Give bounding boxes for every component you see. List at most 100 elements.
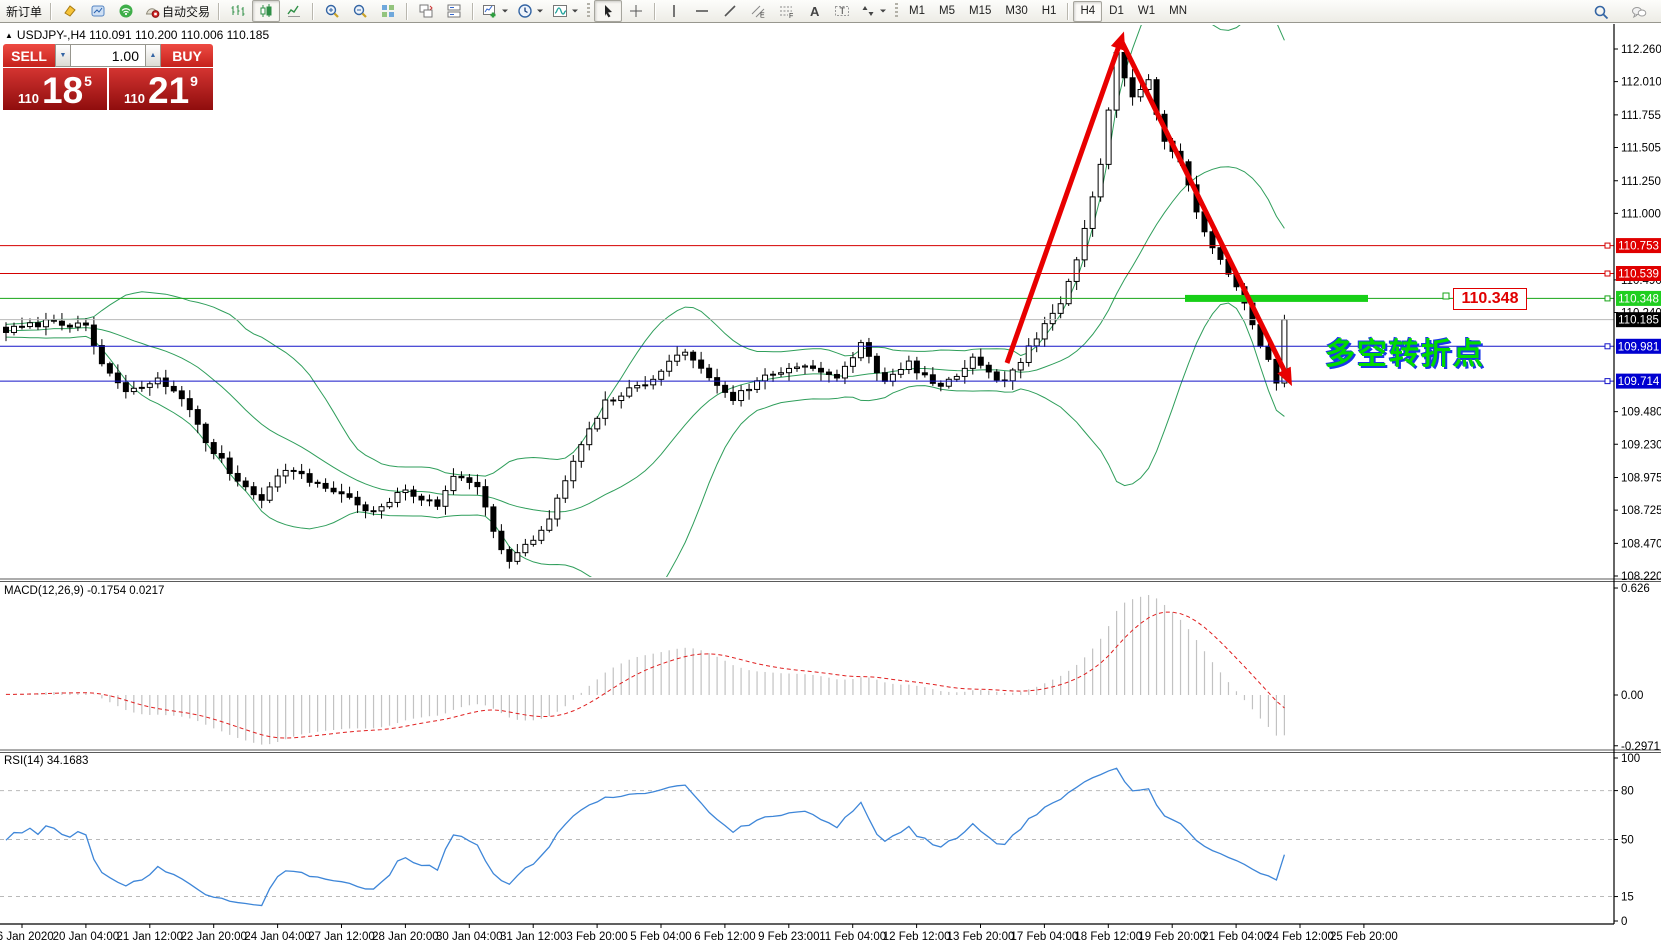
volume-increase-button[interactable]: ▲ — [145, 44, 161, 67]
svg-text:80: 80 — [1621, 786, 1634, 798]
turning-point-annotation[interactable]: 多空转折点 — [1325, 329, 1485, 373]
cursor-icon[interactable] — [594, 0, 622, 22]
timeframe-button-h1[interactable]: H1 — [1035, 1, 1064, 22]
autotrading-icon — [144, 3, 160, 19]
buy-price-big: 21 — [148, 76, 189, 106]
chart-canvas[interactable]: 112.260112.010111.755111.505111.250111.0… — [0, 0, 1661, 946]
svg-text:109.480: 109.480 — [1621, 407, 1661, 419]
trendline-icon[interactable] — [716, 0, 744, 22]
signals-icon[interactable] — [112, 0, 140, 22]
svg-text:17 Feb 04:00: 17 Feb 04:00 — [1011, 931, 1079, 943]
chart-title: ▲USDJPY-,H4 110.091 110.200 110.006 110.… — [5, 28, 269, 42]
timeframe-button-d1[interactable]: D1 — [1102, 1, 1131, 22]
text-icon[interactable]: A — [800, 0, 828, 22]
svg-text:9 Feb 23:00: 9 Feb 23:00 — [758, 931, 819, 943]
metaeditor-icon[interactable] — [56, 0, 84, 22]
arrange-windows-icon[interactable] — [440, 0, 468, 22]
svg-text:27 Jan 12:00: 27 Jan 12:00 — [308, 931, 375, 943]
svg-text:E: E — [760, 13, 765, 20]
timeframe-button-m30[interactable]: M30 — [998, 1, 1034, 22]
volume-input[interactable]: 1.00 — [71, 44, 145, 67]
bar-chart-icon — [230, 3, 246, 19]
price-tag-110348[interactable]: 110.348 — [1453, 288, 1527, 310]
bollinger-lower — [6, 303, 1284, 601]
svg-text:108.975: 108.975 — [1621, 473, 1661, 485]
buy-price-pip: 9 — [190, 73, 198, 89]
crosshair-icon[interactable] — [622, 0, 650, 22]
arrows-icon[interactable] — [856, 0, 891, 22]
svg-text:111.250: 111.250 — [1621, 176, 1661, 188]
zoom-out-icon[interactable] — [346, 0, 374, 22]
line-chart-icon — [286, 3, 302, 19]
toolbar-separator — [1067, 3, 1069, 20]
svg-text:5 Feb 04:00: 5 Feb 04:00 — [630, 931, 691, 943]
tile-windows-icon[interactable] — [374, 0, 402, 22]
bar-chart-icon[interactable] — [224, 0, 252, 22]
toolbar: 新订单 自动交易 E F A T M1M5M15M30H1 H4D1W1MN — [0, 0, 1661, 23]
timeframe-button-w1[interactable]: W1 — [1131, 1, 1162, 22]
search-button[interactable] — [1587, 1, 1615, 23]
svg-text:108.220: 108.220 — [1621, 571, 1661, 583]
line-chart-icon[interactable] — [280, 0, 308, 22]
auto-arrange-icon[interactable] — [412, 0, 440, 22]
toolbar-separator — [218, 3, 220, 20]
sell-price-prefix: 110 — [18, 92, 39, 106]
buy-button[interactable]: BUY — [161, 44, 213, 67]
svg-text:111.505: 111.505 — [1621, 142, 1661, 154]
svg-text:111.000: 111.000 — [1621, 208, 1661, 220]
new-chart-icon[interactable] — [478, 0, 513, 22]
svg-text:108.725: 108.725 — [1621, 505, 1661, 517]
timeframe-button-m15[interactable]: M15 — [962, 1, 998, 22]
sell-button[interactable]: SELL — [3, 44, 55, 67]
svg-text:F: F — [789, 13, 793, 19]
sell-price-display[interactable]: 110 18 5 — [3, 68, 107, 110]
chat-icon — [1631, 4, 1647, 20]
volume-decrease-button[interactable]: ▼ — [55, 44, 71, 67]
chart-period-icon — [517, 3, 533, 19]
macd-label: MACD(12,26,9) -0.1754 0.0217 — [4, 585, 164, 597]
arrange-windows-icon — [446, 3, 462, 19]
chevron-down-icon — [501, 7, 509, 15]
zoom-in-icon[interactable] — [318, 0, 346, 22]
svg-text:16 Jan 2020: 16 Jan 2020 — [0, 931, 54, 943]
equidistant-channel-icon[interactable]: E — [744, 0, 772, 22]
metaeditor-icon — [62, 3, 78, 19]
new-order-button[interactable]: 新订单 — [2, 0, 46, 22]
timeframe-button-mn[interactable]: MN — [1162, 1, 1194, 22]
buy-price-display[interactable]: 110 21 9 — [109, 68, 213, 110]
svg-text:109.981: 109.981 — [1618, 341, 1660, 353]
timeframe-button-m1[interactable]: M1 — [902, 1, 932, 22]
fibonacci-icon[interactable]: F — [772, 0, 800, 22]
svg-text:-0.2971: -0.2971 — [1621, 741, 1660, 753]
indicators-icon[interactable] — [548, 0, 583, 22]
text-label-icon[interactable]: T — [828, 0, 856, 22]
chat-button[interactable] — [1625, 1, 1653, 23]
svg-text:0.00: 0.00 — [1621, 690, 1643, 702]
new-chart-icon — [482, 3, 498, 19]
chart-period-icon[interactable] — [513, 0, 548, 22]
svg-text:18 Feb 12:00: 18 Feb 12:00 — [1074, 931, 1142, 943]
candlestick-chart-icon[interactable] — [252, 0, 280, 22]
svg-text:3 Feb 20:00: 3 Feb 20:00 — [566, 931, 627, 943]
svg-text:15: 15 — [1621, 892, 1634, 904]
market-watch-icon — [90, 3, 106, 19]
text-icon: A — [806, 3, 822, 19]
svg-text:20 Jan 04:00: 20 Jan 04:00 — [53, 931, 120, 943]
candles — [4, 45, 1287, 569]
market-watch-icon[interactable] — [84, 0, 112, 22]
timeframe-button-m5[interactable]: M5 — [932, 1, 962, 22]
svg-text:110.539: 110.539 — [1618, 268, 1659, 280]
svg-text:T: T — [840, 6, 846, 16]
trend-arrows — [1007, 40, 1288, 378]
chevron-down-icon — [879, 7, 887, 15]
main-chart-panel — [0, 0, 1614, 601]
timeframe-button-h4[interactable]: H4 — [1073, 1, 1102, 22]
arrows-icon — [860, 3, 876, 19]
autotrading-button[interactable]: 自动交易 — [140, 0, 214, 22]
equidistant-channel-icon: E — [750, 3, 766, 19]
svg-text:0: 0 — [1621, 916, 1627, 928]
vertical-line-icon[interactable] — [660, 0, 688, 22]
svg-text:112.010: 112.010 — [1621, 77, 1661, 89]
svg-text:111.755: 111.755 — [1621, 110, 1661, 122]
horizontal-line-icon[interactable] — [688, 0, 716, 22]
